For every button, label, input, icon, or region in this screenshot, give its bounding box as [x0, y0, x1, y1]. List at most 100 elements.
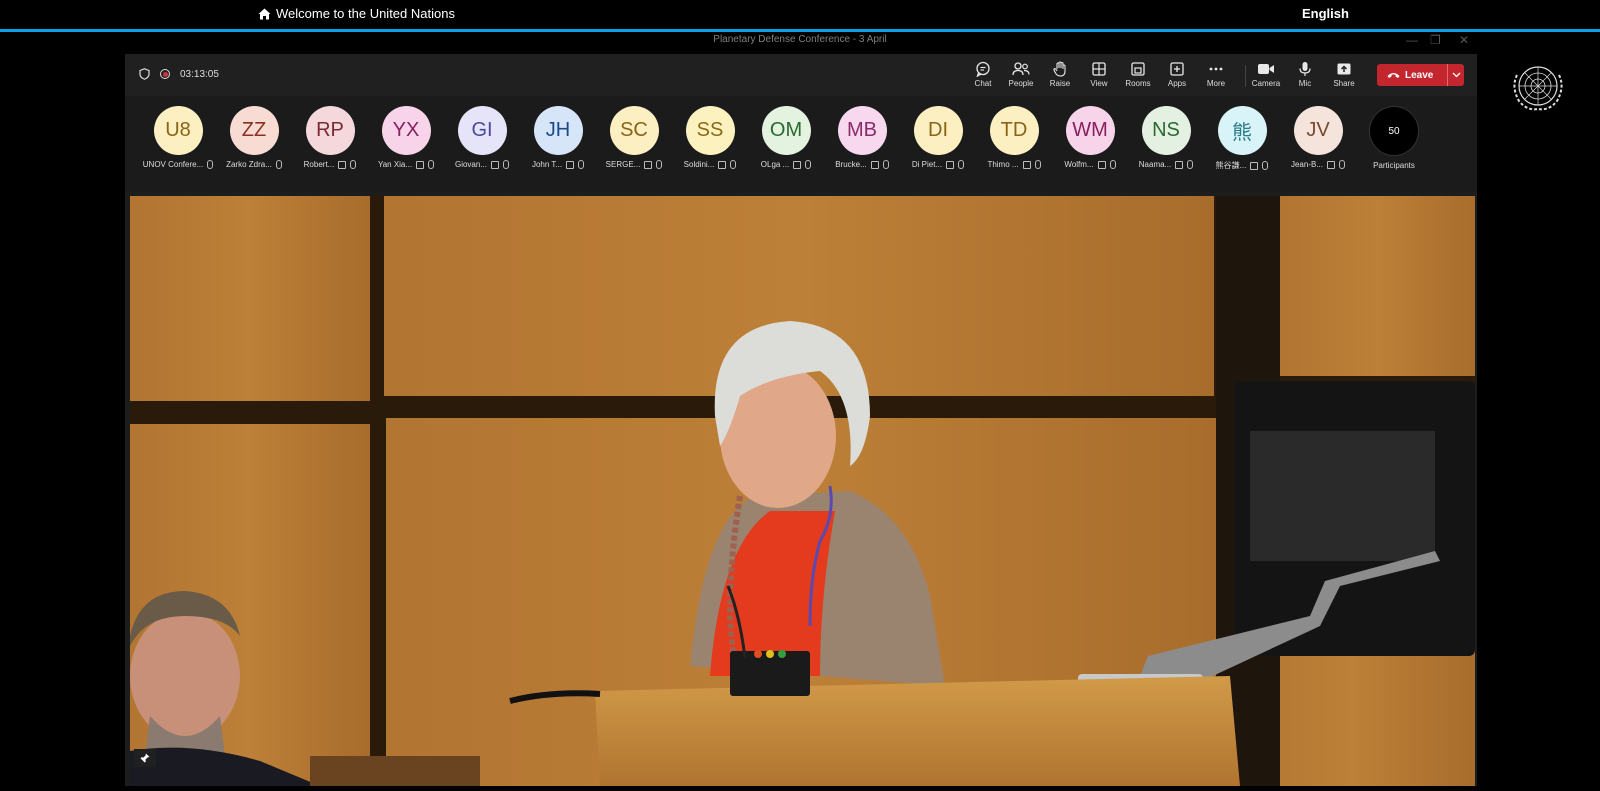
- participant-tile[interactable]: TD Thimo ...: [974, 106, 1054, 169]
- avatar: ZZ: [229, 106, 279, 155]
- rooms-button[interactable]: Rooms: [1118, 59, 1158, 93]
- close-icon[interactable]: ✕: [1459, 33, 1469, 47]
- participant-tile[interactable]: SS Soldini...: [670, 106, 750, 169]
- home-icon: [258, 8, 271, 19]
- apps-button[interactable]: Apps: [1157, 59, 1197, 93]
- mic-muted-icon: [730, 160, 737, 169]
- avatar-initials: JH: [545, 119, 571, 141]
- mic-button[interactable]: Mic: [1285, 59, 1325, 93]
- people-icon: [1012, 62, 1030, 76]
- participant-name: John T...: [531, 160, 563, 169]
- restore-icon[interactable]: ❐: [1430, 33, 1441, 47]
- participant-name: Robert...: [303, 160, 335, 169]
- chat-label: Chat: [974, 79, 992, 88]
- avatar: JV: [1293, 106, 1343, 155]
- mic-muted-icon: [1187, 160, 1194, 169]
- home-link[interactable]: Welcome to the United Nations: [258, 6, 455, 21]
- avatar: WM: [1065, 106, 1115, 155]
- share-button[interactable]: Share: [1324, 59, 1364, 93]
- participant-name: Soldini...: [683, 160, 715, 169]
- avatar-initials: U8: [165, 119, 191, 141]
- un-emblem-logo: [1513, 66, 1563, 111]
- participant-name: UNOV Confere...: [142, 160, 204, 169]
- more-label: More: [1206, 79, 1226, 88]
- participant-tile[interactable]: RP Robert...: [290, 106, 370, 169]
- participant-name: Di Piet...: [911, 160, 943, 169]
- participant-tile[interactable]: GI Giovan...: [442, 106, 522, 169]
- participant-tile[interactable]: YX Yan Xia...: [366, 106, 446, 169]
- participant-tile[interactable]: 熊熊谷謙...: [1202, 106, 1282, 171]
- participant-name: SERGE...: [605, 160, 641, 169]
- rooms-label: Rooms: [1125, 79, 1151, 88]
- participant-tile[interactable]: U8 UNOV Confere...: [138, 106, 218, 169]
- camera-button[interactable]: Camera: [1246, 59, 1286, 93]
- participant-tile[interactable]: ZZ Zarko Zdra...: [214, 106, 294, 169]
- participant-tile[interactable]: DI Di Piet...: [898, 106, 978, 169]
- participant-tile[interactable]: JV Jean-B...: [1278, 106, 1358, 169]
- share-icon: [1337, 63, 1351, 75]
- hand-icon: [1053, 61, 1066, 77]
- participant-tile[interactable]: OM OLga ...: [746, 106, 826, 169]
- avatar: JH: [533, 106, 583, 155]
- pin-button[interactable]: [134, 749, 156, 767]
- camera-icon: [1258, 64, 1274, 74]
- mic-label: Mic: [1298, 79, 1312, 88]
- shield-icon: [139, 68, 150, 80]
- people-button[interactable]: People: [1001, 59, 1041, 93]
- share-label: Share: [1333, 79, 1355, 88]
- avatar-initials: TD: [1000, 119, 1028, 141]
- minimize-icon[interactable]: —: [1406, 33, 1418, 47]
- avatar: YX: [381, 106, 431, 155]
- more-button[interactable]: More: [1196, 59, 1236, 93]
- participant-name: Giovan...: [454, 160, 487, 169]
- mic-icon: [1299, 62, 1311, 76]
- participant-tile[interactable]: JH John T...: [518, 106, 598, 169]
- chat-button[interactable]: Chat: [963, 59, 1003, 93]
- avatar: GI: [457, 106, 507, 155]
- video-off-icon: [416, 160, 425, 169]
- chevron-down-icon: [1452, 72, 1460, 78]
- leave-button[interactable]: Leave: [1377, 64, 1464, 86]
- participant-tile[interactable]: MB Brucke...: [822, 106, 902, 169]
- avatar-initials: OM: [769, 119, 803, 141]
- video-off-icon: [793, 160, 802, 169]
- video-off-icon: [491, 160, 499, 169]
- avatar: RP: [305, 106, 355, 155]
- avatar-initials: MB: [847, 119, 877, 141]
- avatar-initials: ZZ: [241, 119, 267, 141]
- avatar-initials: DI: [928, 119, 948, 141]
- mic-muted-icon: [882, 160, 889, 169]
- participant-name: Naama...: [1138, 160, 1172, 169]
- window-title: Planetary Defense Conference - 3 April: [713, 34, 887, 45]
- participant-tile[interactable]: WM Wolfm...: [1050, 106, 1130, 169]
- video-off-icon: [338, 160, 347, 169]
- video-feed-speaker-at-podium: [130, 196, 1475, 786]
- view-label: View: [1090, 79, 1108, 88]
- video-off-icon: [870, 160, 879, 169]
- participant-tile[interactable]: SC SERGE...: [594, 106, 674, 169]
- more-icon: [1209, 67, 1223, 71]
- video-off-icon: [566, 160, 575, 169]
- leave-options-dropdown[interactable]: [1448, 72, 1464, 78]
- video-off-icon: [718, 160, 727, 169]
- avatar: U8: [153, 106, 203, 155]
- video-off-icon: [644, 160, 653, 169]
- pin-icon: [140, 753, 150, 763]
- view-button[interactable]: View: [1079, 59, 1119, 93]
- participant-tile[interactable]: NS Naama...: [1126, 106, 1206, 169]
- participant-name: OLga ...: [760, 160, 790, 169]
- participants-count-tile[interactable]: 50 Participants: [1354, 106, 1434, 170]
- main-video-stage[interactable]: [130, 196, 1475, 786]
- meeting-window: 03:13:05 Chat People Raise View Rooms Ap…: [125, 54, 1477, 786]
- language-selector[interactable]: English: [1302, 6, 1349, 21]
- participant-name: Thimo ...: [987, 160, 1019, 169]
- raise-hand-button[interactable]: Raise: [1040, 59, 1080, 93]
- mic-muted-icon: [1339, 160, 1345, 169]
- avatar: SC: [609, 106, 659, 155]
- avatar-initials: WM: [1072, 119, 1108, 141]
- avatar: NS: [1141, 106, 1191, 155]
- avatar-initials: NS: [1152, 119, 1180, 141]
- video-off-icon: [1175, 160, 1184, 169]
- leave-label: Leave: [1405, 69, 1434, 81]
- apps-icon: [1170, 62, 1184, 76]
